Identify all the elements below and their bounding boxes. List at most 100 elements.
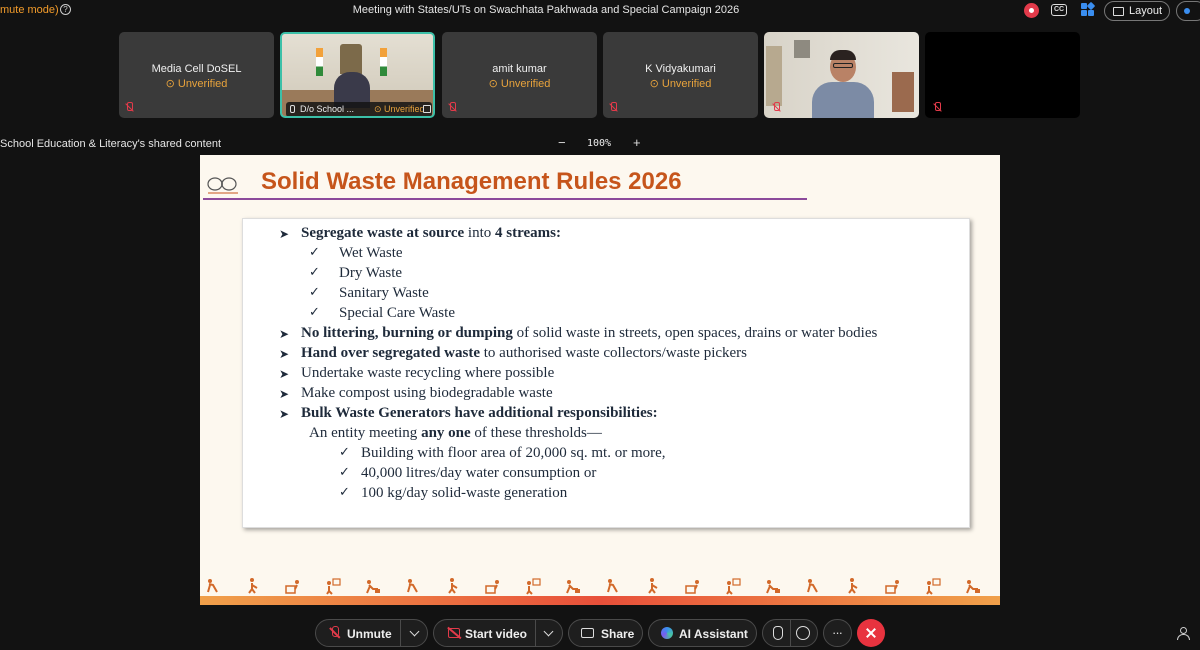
arrow-bullet-icon: ➤	[279, 387, 290, 401]
participant-tile[interactable]: Media Cell DoSEL ⊙ Unverified	[119, 32, 274, 118]
flag-image	[316, 48, 323, 76]
zoom-level: 100%	[587, 138, 612, 149]
raise-hand-icon[interactable]	[773, 626, 783, 640]
worker-figure-icon	[885, 580, 899, 594]
layout-label: Layout	[1129, 5, 1163, 17]
share-button[interactable]: Share	[568, 619, 643, 647]
worker-figure-icon	[966, 580, 980, 594]
check-icon: ✓	[339, 485, 350, 500]
emoji-reaction-icon[interactable]	[796, 626, 810, 640]
bullet-recycling: Undertake waste recycling where possible	[301, 365, 555, 381]
person-hair-image	[830, 50, 856, 60]
threshold-item: 100 kg/day solid-waste generation	[361, 485, 568, 501]
chevron-down-icon[interactable]	[543, 626, 554, 637]
participant-status: ⊙ Unverified	[649, 78, 712, 90]
check-icon: ✓	[309, 245, 320, 260]
slide-content-card: ➤ Segregate waste at source into 4 strea…	[242, 218, 970, 528]
layout-icon	[1113, 7, 1124, 16]
worker-figure-icon	[848, 578, 858, 594]
worker-figure-icon	[607, 579, 618, 593]
closed-captions-icon[interactable]: CC	[1051, 4, 1067, 16]
mic-muted-icon	[933, 102, 941, 113]
frame-image	[794, 40, 810, 58]
slide-title: Solid Waste Management Rules 2026	[261, 168, 682, 195]
zoom-out-button[interactable]: −	[558, 135, 566, 150]
threshold-item: 40,000 litres/day water consumption or	[361, 465, 597, 481]
leave-meeting-button[interactable]	[857, 619, 885, 647]
entity-line: An entity meeting any one of these thres…	[309, 425, 602, 441]
check-icon: ✓	[339, 465, 350, 480]
title-underline	[203, 198, 807, 200]
participant-label: D/o School ... ⊙ Unverified	[286, 102, 432, 116]
worker-figure-icon	[766, 580, 780, 594]
check-icon: ✓	[309, 285, 320, 300]
arrow-bullet-icon: ➤	[279, 367, 290, 381]
check-icon: ✓	[309, 265, 320, 280]
stream-item: Special Care Waste	[339, 305, 455, 321]
recording-icon[interactable]	[1024, 3, 1039, 18]
worker-figure-icon	[366, 580, 380, 594]
worker-figure-icon	[526, 578, 541, 595]
glasses-image	[833, 63, 853, 68]
mic-muted-icon	[125, 102, 133, 113]
check-icon: ✓	[339, 445, 350, 460]
threshold-item: Building with floor area of 20,000 sq. m…	[361, 445, 666, 461]
worker-figure-icon	[248, 578, 258, 594]
participant-tile-active[interactable]: D/o School ... ⊙ Unverified	[280, 32, 435, 118]
participant-status: ⊙ Unverified	[165, 78, 228, 90]
chevron-down-icon[interactable]	[409, 626, 420, 637]
worker-figure-icon	[926, 578, 941, 595]
stream-item: Sanitary Waste	[339, 285, 429, 301]
start-video-button[interactable]: Start video	[465, 627, 527, 641]
bullet-handover: Hand over segregated waste to authorised…	[301, 345, 748, 361]
worker-figure-icon	[448, 578, 458, 594]
emblem-image	[340, 44, 362, 74]
zoom-in-button[interactable]: +	[633, 135, 641, 150]
pin-icon[interactable]	[423, 105, 431, 113]
top-bar: mute mode) ? Meeting with States/UTs on …	[0, 0, 1200, 22]
participant-status: ⊙ Unverified	[488, 78, 551, 90]
unmute-control[interactable]: Unmute	[315, 619, 428, 647]
ai-assistant-button[interactable]: AI Assistant	[648, 619, 757, 647]
shelf-image	[766, 46, 782, 106]
video-control[interactable]: Start video	[433, 619, 563, 647]
bullet-bulk: Bulk Waste Generators have additional re…	[301, 405, 658, 421]
assistant-toggle-button[interactable]	[1176, 1, 1200, 21]
check-icon: ✓	[309, 305, 320, 320]
worker-figure-icon	[726, 578, 741, 595]
flag-image	[380, 48, 387, 76]
arrow-bullet-icon: ➤	[279, 407, 290, 421]
stream-item: Wet Waste	[339, 245, 403, 261]
mic-icon	[290, 105, 295, 113]
participant-name: K Vidyakumari	[645, 63, 716, 75]
mic-muted-icon	[609, 102, 617, 113]
participant-tile[interactable]	[925, 32, 1080, 118]
camera-off-icon	[448, 628, 460, 638]
swachh-bharat-logo	[207, 177, 238, 194]
unmute-button[interactable]: Unmute	[347, 627, 392, 641]
reactions-control[interactable]	[762, 619, 818, 647]
worker-figure-icon	[207, 579, 218, 593]
layout-button[interactable]: Layout	[1104, 1, 1170, 21]
more-dots-icon: ···	[832, 625, 843, 640]
person-image	[812, 82, 874, 118]
shared-content-label: School Education & Literacy's shared con…	[0, 138, 222, 150]
worker-figure-icon	[685, 580, 699, 594]
bullet-compost: Make compost using biodegradable waste	[301, 385, 553, 401]
stream-item: Dry Waste	[339, 265, 403, 281]
apps-icon[interactable]	[1081, 1, 1096, 17]
arrow-bullet-icon: ➤	[279, 327, 290, 341]
worker-figure-icon	[285, 580, 299, 594]
mic-muted-icon	[330, 626, 340, 640]
footer-stripe	[200, 596, 1000, 605]
participant-tile[interactable]: amit kumar ⊙ Unverified	[442, 32, 597, 118]
worker-figure-icon	[807, 579, 818, 593]
worker-figure-icon	[485, 580, 499, 594]
arrow-bullet-icon: ➤	[279, 227, 290, 241]
participant-status: ⊙ Unverified	[374, 104, 425, 114]
participants-icon[interactable]	[1177, 627, 1190, 640]
worker-figure-icon	[566, 580, 580, 594]
more-options-button[interactable]: ···	[823, 619, 852, 647]
participant-tile[interactable]: K Vidyakumari ⊙ Unverified	[603, 32, 758, 118]
participant-tile-video[interactable]	[764, 32, 919, 118]
